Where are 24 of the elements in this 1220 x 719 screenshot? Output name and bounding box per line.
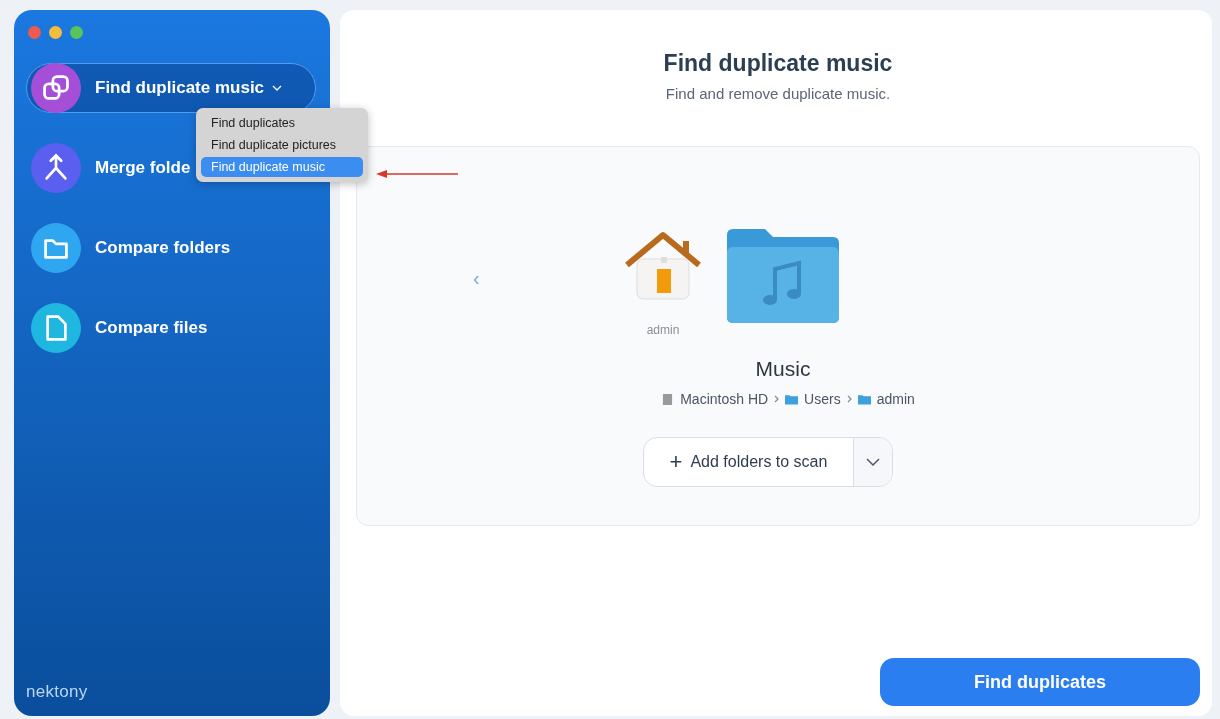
breadcrumb-item[interactable]: Macintosh HD [680,391,769,407]
sidebar-item[interactable]: Compare files [26,303,316,353]
breadcrumb-item[interactable]: Users [804,391,841,407]
location-label: Music [755,357,811,381]
sidebar-item[interactable]: Compare folders [26,223,316,273]
menu-item[interactable]: Find duplicates [201,113,363,133]
chevron-icon [774,395,780,403]
minimize-button[interactable] [49,26,62,39]
folder-icon [857,393,871,405]
breadcrumb-item[interactable]: admin [876,391,915,407]
menu-item[interactable]: Find duplicate pictures [201,135,363,155]
page-title: Find duplicate music [663,50,893,77]
dropdown-button[interactable] [854,438,893,486]
page-subtitle: Find and remove duplicate music. [665,85,891,102]
chevron-icon [846,395,852,403]
find-duplicates-button[interactable]: Find duplicates [880,658,1200,706]
brand-logo: nektony [26,682,88,702]
folder-icon [785,393,799,405]
close-button[interactable] [28,26,41,39]
caret-icon [866,458,881,466]
sidebar-item[interactable]: Find duplicate music [26,63,316,113]
arrow-icon [376,169,458,179]
zoom-button[interactable] [70,26,83,39]
location-label: admin [646,323,680,337]
